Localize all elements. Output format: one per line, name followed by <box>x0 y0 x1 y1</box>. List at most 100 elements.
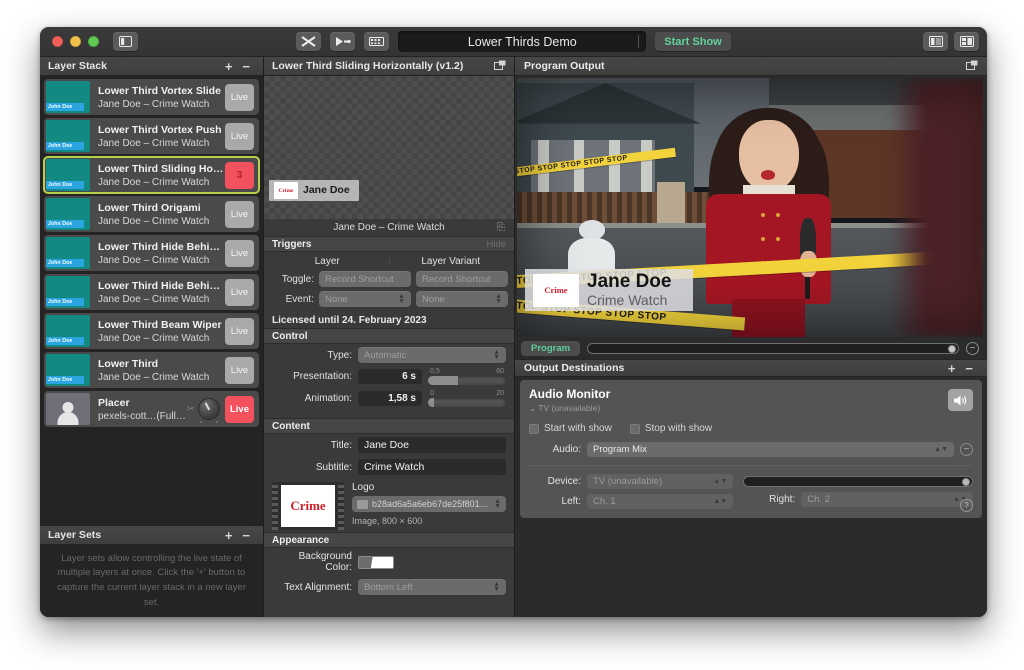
appearance-title: Appearance <box>272 535 329 546</box>
layer-live-button[interactable]: Live <box>225 357 254 384</box>
layer-live-button[interactable]: 3 <box>225 162 254 189</box>
logo-dimensions: Image, 800 × 600 <box>352 516 506 526</box>
panel-layout-split-icon[interactable] <box>954 32 979 51</box>
minimize-button[interactable] <box>70 36 81 47</box>
add-layer-set-button[interactable]: + <box>220 529 238 542</box>
crossfade-icon[interactable]: ✂ <box>187 404 195 415</box>
program-scrubber[interactable] <box>587 343 959 354</box>
layer-row[interactable]: John DoeLower Third Hide Behind BarJane … <box>44 274 259 310</box>
layer-subtitle: Jane Doe – Crime Watch <box>98 372 225 383</box>
program-badge[interactable]: Program <box>521 341 580 356</box>
speaker-wave-icon[interactable] <box>948 389 973 411</box>
logo-thumbnail[interactable]: Crime <box>272 482 344 530</box>
title-input[interactable]: Jane Doe <box>358 437 506 453</box>
layer-text: Lower Third Vortex SlideJane Doe – Crime… <box>90 85 225 110</box>
triggers-section-header: Triggers Hide <box>264 236 514 252</box>
animation-slider[interactable] <box>428 398 506 407</box>
title-label: Title: <box>272 440 352 451</box>
film-strip-icon[interactable] <box>364 32 389 51</box>
chevron-updown-icon: ▲▼ <box>495 294 502 304</box>
layer-live-button[interactable]: Live <box>225 84 254 111</box>
sidebar-icon[interactable] <box>113 32 138 51</box>
layer-row[interactable]: John DoeLower Third Sliding Horizon…Jane… <box>44 157 259 193</box>
device-select[interactable]: TV (unavailable) ▲▼ <box>587 474 733 489</box>
layer-event-select[interactable]: None ▲▼ <box>319 291 411 307</box>
layer-record-shortcut-button[interactable]: Record Shortcut <box>319 271 411 287</box>
audio-select[interactable]: Program Mix ▲▼ <box>587 442 954 457</box>
type-row: Type: Automatic ▲▼ <box>272 347 506 363</box>
subtitle-input[interactable]: Crime Watch <box>358 459 506 475</box>
triggers-event-row: Event: None ▲▼ None ▲▼ <box>264 289 514 309</box>
layer-live-button[interactable]: Live <box>225 279 254 306</box>
layer-row[interactable]: Placerpexels-cott…(Fullscreen)✂Live <box>44 391 259 427</box>
presentation-value-field[interactable]: 6 s <box>358 369 422 384</box>
crossfade-icon[interactable] <box>296 32 321 51</box>
logo-file-select[interactable]: b28ad6a5a6eb67de25f801… ▲▼ <box>352 496 506 512</box>
layer-row[interactable]: John DoeLower Third Vortex PushJane Doe … <box>44 118 259 154</box>
layer-live-button[interactable]: Live <box>225 201 254 228</box>
type-label: Type: <box>272 350 352 361</box>
remove-destination-button[interactable]: − <box>960 362 978 375</box>
close-button[interactable] <box>52 36 63 47</box>
background-color-swatch[interactable] <box>358 556 394 569</box>
animation-value-field[interactable]: 1,58 s <box>358 391 422 406</box>
add-layer-button[interactable]: + <box>220 60 238 73</box>
start-with-show-checkbox[interactable]: Start with show <box>529 423 612 434</box>
appearance-section-header: Appearance <box>264 532 514 548</box>
zoom-button[interactable] <box>88 36 99 47</box>
start-with-show-label: Start with show <box>544 423 612 434</box>
minus-circle-icon[interactable]: − <box>960 443 973 456</box>
stop-with-show-checkbox[interactable]: Stop with show <box>630 423 712 434</box>
add-destination-button[interactable]: + <box>943 362 961 375</box>
audio-monitor-subtitle[interactable]: ⌄ TV (unavailable) <box>529 403 973 414</box>
play-to-icon[interactable] <box>330 32 355 51</box>
layer-list[interactable]: John DoeLower Third Vortex SlideJane Doe… <box>40 76 263 526</box>
panel-layout-left-icon[interactable] <box>923 32 948 51</box>
variant-record-shortcut-button[interactable]: Record Shortcut <box>416 271 508 287</box>
variant-event-select[interactable]: None ▲▼ <box>416 291 508 307</box>
layer-text: Lower ThirdJane Doe – Crime Watch <box>90 358 225 383</box>
popout-window-icon[interactable] <box>494 60 506 73</box>
layer-live-button[interactable]: Live <box>225 318 254 345</box>
minus-circle-icon[interactable]: − <box>966 342 979 355</box>
layer-text: Lower Third Hide Behind LineJane Doe – C… <box>90 241 225 266</box>
layer-subtitle: pexels-cott…(Fullscreen) <box>98 411 187 422</box>
remove-layer-button[interactable]: − <box>237 60 255 73</box>
layer-live-button[interactable]: Live <box>225 240 254 267</box>
layer-live-button[interactable]: Live <box>225 396 254 423</box>
left-channel-select[interactable]: Ch. 1 ▲▼ <box>587 494 733 509</box>
chevron-down-icon[interactable]: ⌄ <box>529 403 536 413</box>
presentation-slider[interactable] <box>428 376 506 385</box>
left-channel-value: Ch. 1 <box>593 496 616 507</box>
layer-row[interactable]: John DoeLower Third OrigamiJane Doe – Cr… <box>44 196 259 232</box>
layer-live-button[interactable]: Live <box>225 123 254 150</box>
right-channel-select[interactable]: Ch. 2 ▲▼ <box>801 492 973 507</box>
type-select[interactable]: Automatic ▲▼ <box>358 347 506 363</box>
preview-popout-icon[interactable]: ⎘ <box>497 222 505 233</box>
remove-layer-set-button[interactable]: − <box>237 529 255 542</box>
layer-preview[interactable]: Crime Jane Doe <box>264 76 514 219</box>
monitor-volume-slider[interactable] <box>743 476 973 487</box>
help-question-icon[interactable]: ? <box>960 499 973 512</box>
preview-caption-bar: Jane Doe – Crime Watch ⎘ <box>264 219 514 236</box>
layer-sets-header: Layer Sets + − <box>40 526 263 545</box>
layer-title: Lower Third Hide Behind Line <box>98 241 225 253</box>
text-alignment-value: Bottom Left <box>364 582 413 593</box>
text-alignment-select[interactable]: Bottom Left ▲▼ <box>358 579 506 595</box>
popout-window-icon[interactable] <box>966 60 978 73</box>
layer-row[interactable]: John DoeLower ThirdJane Doe – Crime Watc… <box>44 352 259 388</box>
start-show-button[interactable]: Start Show <box>655 32 730 51</box>
layer-thumbnail-nametag: John Doe <box>46 298 84 306</box>
program-overlay-subtitle: Crime Watch <box>587 292 671 308</box>
program-output-video[interactable]: STOP STOP STOP STOP STOP <box>517 78 983 337</box>
layer-subtitle: Jane Doe – Crime Watch <box>98 138 225 149</box>
layer-thumbnail: John Doe <box>46 120 90 152</box>
triggers-hide-button[interactable]: Hide <box>486 239 506 250</box>
layer-row[interactable]: John DoeLower Third Vortex SlideJane Doe… <box>44 79 259 115</box>
chevron-updown-icon: ▲▼ <box>713 499 727 504</box>
layer-row[interactable]: John DoeLower Third Hide Behind LineJane… <box>44 235 259 271</box>
layer-row[interactable]: John DoeLower Third Beam WiperJane Doe –… <box>44 313 259 349</box>
opacity-knob[interactable] <box>198 398 220 420</box>
layer-thumbnail-nametag: John Doe <box>46 337 84 345</box>
document-title-field[interactable]: Lower Thirds Demo <box>398 31 646 52</box>
